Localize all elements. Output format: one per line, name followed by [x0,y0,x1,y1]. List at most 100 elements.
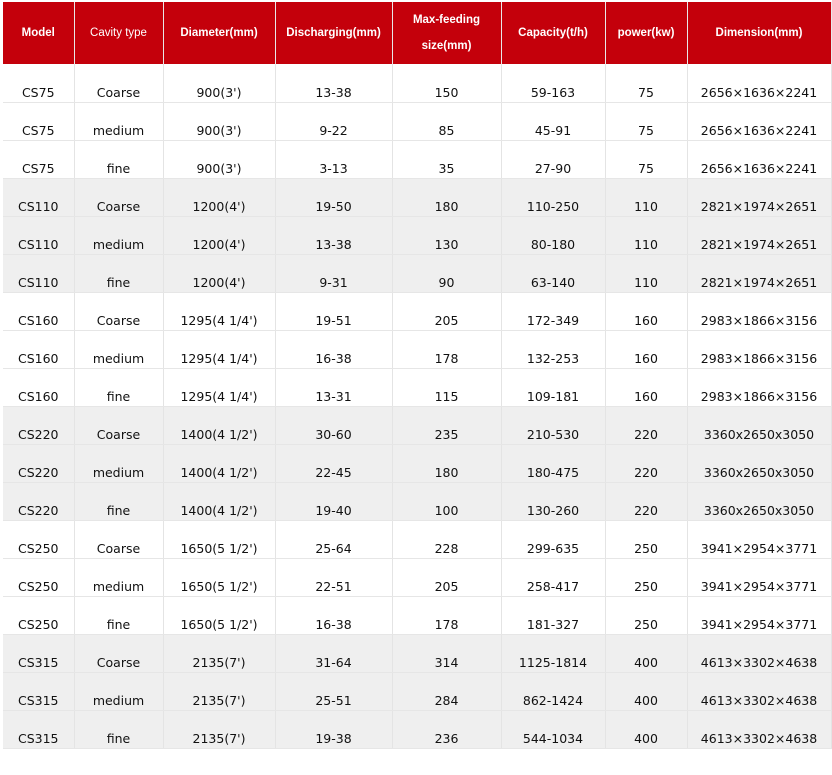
cell-diameter: 1295(4 1/4') [163,292,276,331]
cell-max-feeding-size: 228 [392,520,502,559]
cell-capacity: 59-163 [501,64,606,103]
table-row: CS250 Coarse 1650(5 1/2') 25-64 228 299-635 25… [3,520,832,559]
cell-discharging: 13-38 [275,64,393,103]
cell-capacity: 180-475 [501,444,606,483]
cell-cavity-type: Coarse [74,406,164,445]
cell-diameter: 1200(4') [163,216,276,255]
cell-discharging: 19-40 [275,482,393,521]
cell-dimension: 2821×1974×2651 [687,216,832,255]
cell-dimension: 2656×1636×2241 [687,102,832,141]
header-max-feeding-line1: Max-feeding [412,14,481,26]
cell-model: CS110 [3,178,75,217]
header-diameter: Diameter(mm) [163,2,276,64]
cell-max-feeding-size: 235 [392,406,502,445]
cell-diameter: 1200(4') [163,178,276,217]
cell-power: 75 [605,140,688,179]
cell-power: 400 [605,634,688,673]
cell-cavity-type: medium [74,558,164,597]
cell-cavity-type: Coarse [74,292,164,331]
cell-capacity: 45-91 [501,102,606,141]
table-row: CS250 medium 1650(5 1/2') 22-51 205 258-417 25… [3,558,832,597]
cell-model: CS250 [3,596,75,635]
cell-diameter: 1400(4 1/2') [163,482,276,521]
cell-discharging: 19-38 [275,710,393,749]
cell-capacity: 258-417 [501,558,606,597]
cell-discharging: 16-38 [275,596,393,635]
cell-max-feeding-size: 180 [392,444,502,483]
table-row: CS220 Coarse 1400(4 1/2') 30-60 235 210-530 22… [3,406,832,445]
cell-dimension: 2983×1866×3156 [687,330,832,369]
cell-power: 110 [605,216,688,255]
cell-dimension: 3360x2650x3050 [687,406,832,445]
cell-capacity: 63-140 [501,254,606,293]
cell-discharging: 22-51 [275,558,393,597]
cell-power: 400 [605,710,688,749]
cell-power: 400 [605,672,688,711]
cell-dimension: 2983×1866×3156 [687,292,832,331]
cell-max-feeding-size: 180 [392,178,502,217]
cell-model: CS75 [3,140,75,179]
cell-max-feeding-size: 205 [392,558,502,597]
cell-max-feeding-size: 284 [392,672,502,711]
table-body: CS75 Coarse 900(3') 13-38 150 59-163 75 2656×16… [3,64,832,749]
cell-dimension: 2656×1636×2241 [687,140,832,179]
table-row: CS110 Coarse 1200(4') 19-50 180 110-250 110 282… [3,178,832,217]
cell-dimension: 2821×1974×2651 [687,178,832,217]
header-max-feeding-line2: size(mm) [421,40,472,52]
cell-model: CS160 [3,330,75,369]
cell-power: 220 [605,406,688,445]
cell-cavity-type: Coarse [74,64,164,103]
cell-capacity: 80-180 [501,216,606,255]
cell-max-feeding-size: 314 [392,634,502,673]
cell-cavity-type: medium [74,330,164,369]
cell-discharging: 9-22 [275,102,393,141]
cell-capacity: 132-253 [501,330,606,369]
cell-dimension: 3360x2650x3050 [687,482,832,521]
cell-diameter: 1295(4 1/4') [163,330,276,369]
table-row: CS75 medium 900(3') 9-22 85 45-91 75 2656×1636×… [3,102,832,141]
cell-model: CS220 [3,444,75,483]
cell-dimension: 3360x2650x3050 [687,444,832,483]
cell-max-feeding-size: 178 [392,330,502,369]
table-row: CS315 fine 2135(7') 19-38 236 544-1034 400 4613… [3,710,832,749]
header-discharging: Discharging(mm) [275,2,393,64]
cell-diameter: 1650(5 1/2') [163,558,276,597]
cell-power: 220 [605,482,688,521]
crusher-spec-table: Model Cavity type Diameter(mm) Dischargi… [3,2,832,749]
cell-dimension: 3941×2954×3771 [687,558,832,597]
cell-power: 160 [605,292,688,331]
cell-diameter: 2135(7') [163,634,276,673]
cell-model: CS250 [3,558,75,597]
cell-dimension: 4613×3302×4638 [687,634,832,673]
cell-capacity: 544-1034 [501,710,606,749]
cell-cavity-type: medium [74,102,164,141]
cell-model: CS315 [3,710,75,749]
cell-max-feeding-size: 150 [392,64,502,103]
header-max-feeding-size: Max-feeding size(mm) [392,2,502,64]
cell-diameter: 900(3') [163,140,276,179]
table-row: CS110 medium 1200(4') 13-38 130 80-180 110 2821… [3,216,832,255]
cell-diameter: 2135(7') [163,710,276,749]
header-cavity-type: Cavity type [74,2,164,64]
cell-power: 110 [605,178,688,217]
header-power: power(kw) [605,2,688,64]
cell-capacity: 862-1424 [501,672,606,711]
cell-power: 75 [605,102,688,141]
cell-dimension: 4613×3302×4638 [687,672,832,711]
cell-discharging: 9-31 [275,254,393,293]
cell-dimension: 3941×2954×3771 [687,596,832,635]
cell-model: CS110 [3,254,75,293]
cell-discharging: 3-13 [275,140,393,179]
table-row: CS220 fine 1400(4 1/2') 19-40 100 130-260 220 3… [3,482,832,521]
table-row: CS315 medium 2135(7') 25-51 284 862-1424 400 46… [3,672,832,711]
cell-power: 160 [605,330,688,369]
cell-model: CS220 [3,406,75,445]
cell-model: CS75 [3,64,75,103]
cell-model: CS75 [3,102,75,141]
cell-model: CS315 [3,634,75,673]
cell-cavity-type: medium [74,216,164,255]
cell-model: CS220 [3,482,75,521]
cell-dimension: 3941×2954×3771 [687,520,832,559]
cell-cavity-type: fine [74,140,164,179]
cell-capacity: 1125-1814 [501,634,606,673]
